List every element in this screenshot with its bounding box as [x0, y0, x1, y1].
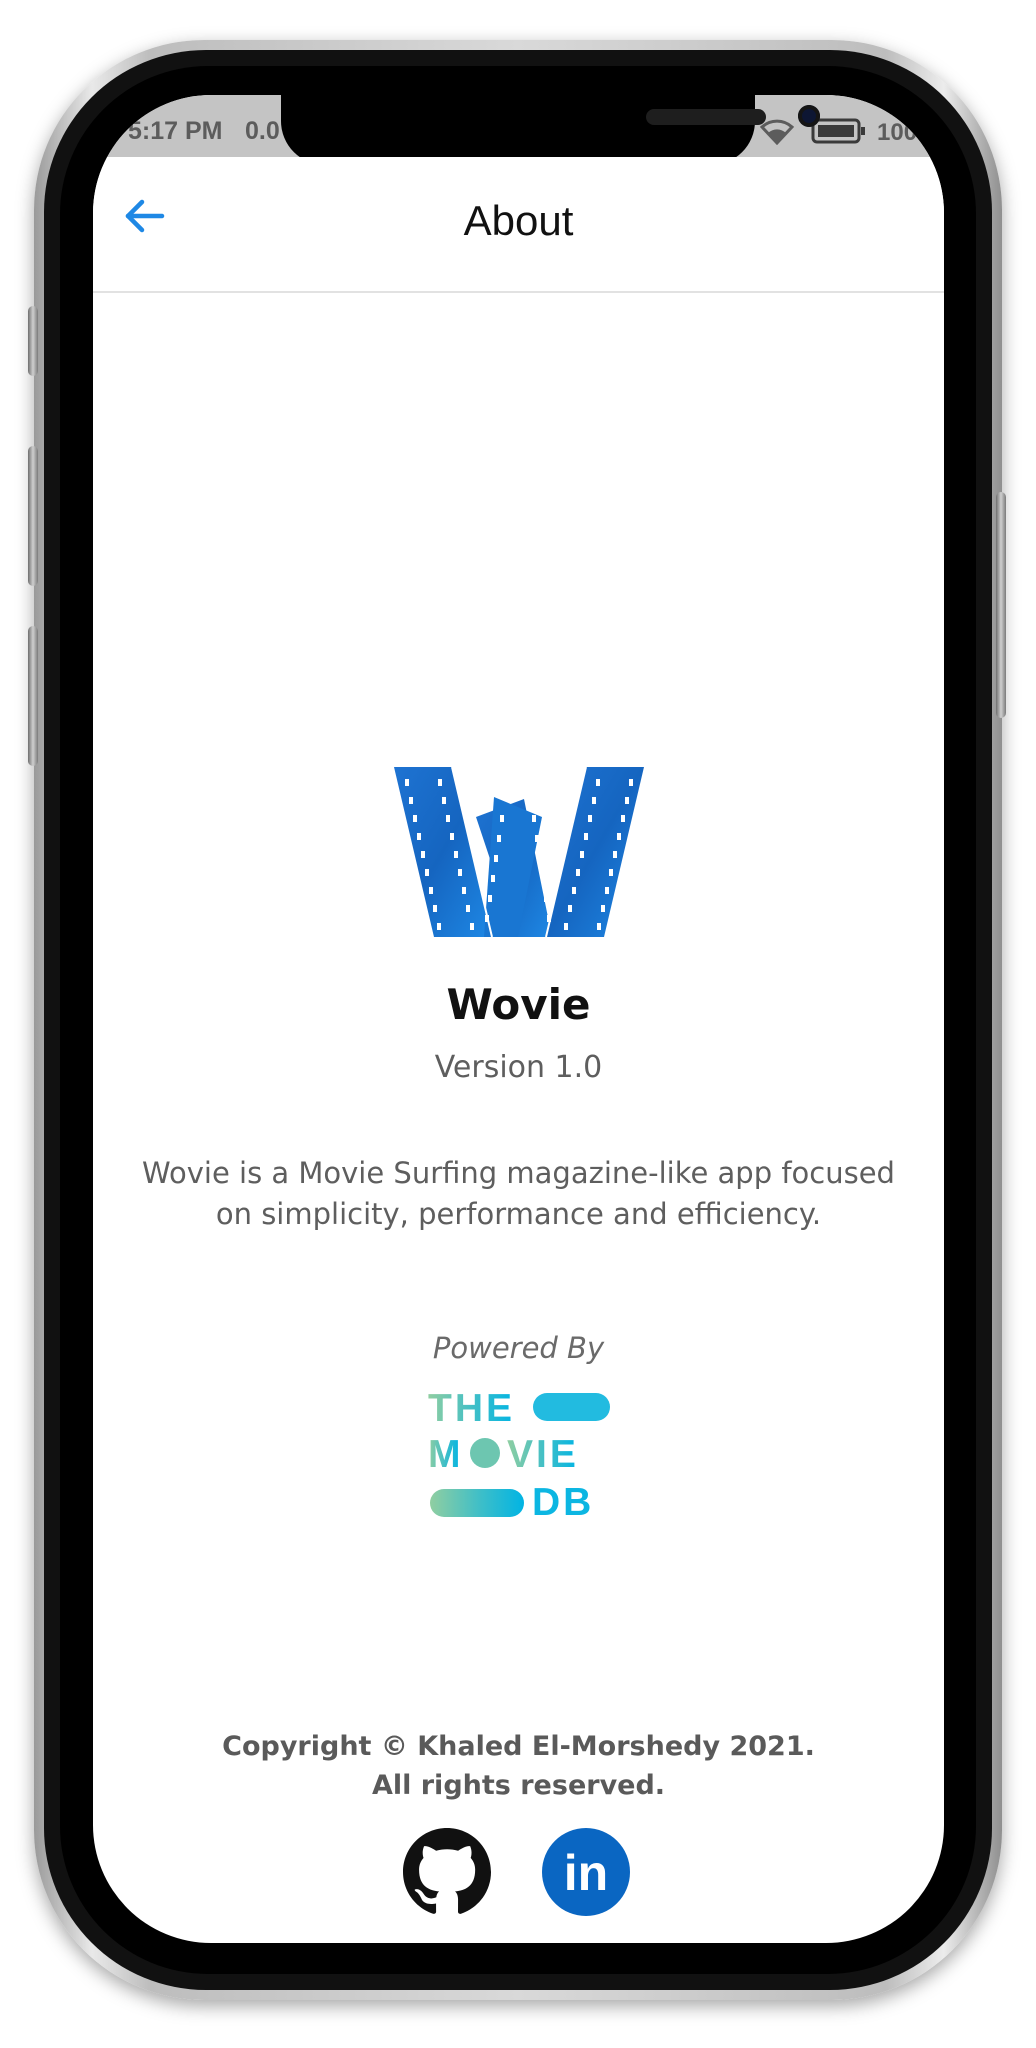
- app-bar: About: [93, 157, 944, 293]
- notch: [281, 95, 820, 165]
- power-button: [996, 492, 1006, 718]
- powered-by-label: Powered By: [432, 1331, 605, 1365]
- app-version: Version 1.0: [434, 1050, 603, 1085]
- phone-screen: 5:17 PM 0.0 100 About Wovie Version 1.0 …: [93, 95, 944, 1943]
- copyright-line-2: All rights reserved.: [371, 1770, 666, 1802]
- linkedin-icon: in: [542, 1828, 630, 1916]
- device-frame: 5:17 PM 0.0 100 About Wovie Version 1.0 …: [0, 0, 1036, 2048]
- app-description: Wovie is a Movie Surfing magazine-like a…: [142, 1156, 895, 1232]
- app-name: Wovie: [446, 980, 591, 1029]
- tmdb-line-the: THE: [428, 1387, 515, 1430]
- linkedin-link[interactable]: in: [542, 1828, 630, 1916]
- tmdb-line-db: DB: [532, 1481, 594, 1520]
- github-icon: [403, 1828, 491, 1914]
- copyright-line-1: Copyright © Khaled El-Morshedy 2021.: [222, 1731, 815, 1762]
- page-title: About: [463, 197, 574, 244]
- linkedin-glyph: in: [564, 1845, 608, 1901]
- tmdb-line-vie: VIE: [507, 1433, 579, 1476]
- status-network-speed: 0.0: [245, 117, 280, 145]
- copyright-text: Copyright © Khaled El-Morshedy 2021. All…: [93, 1727, 944, 1805]
- battery-icon: [811, 118, 865, 144]
- status-bar: 5:17 PM 0.0 100: [93, 95, 944, 165]
- front-camera: [798, 105, 820, 127]
- battery-percent: 100: [877, 119, 918, 146]
- status-time: 5:17 PM: [128, 117, 223, 145]
- volume-up-button: [28, 446, 38, 586]
- volume-down-button: [28, 626, 38, 766]
- earpiece-speaker: [646, 109, 766, 125]
- silent-switch: [28, 306, 38, 376]
- wovie-logo: [394, 766, 644, 938]
- tmdb-logo[interactable]: THE M VIE DB: [428, 1385, 610, 1524]
- tmdb-line-m: M: [428, 1433, 461, 1476]
- github-link[interactable]: [403, 1828, 491, 1916]
